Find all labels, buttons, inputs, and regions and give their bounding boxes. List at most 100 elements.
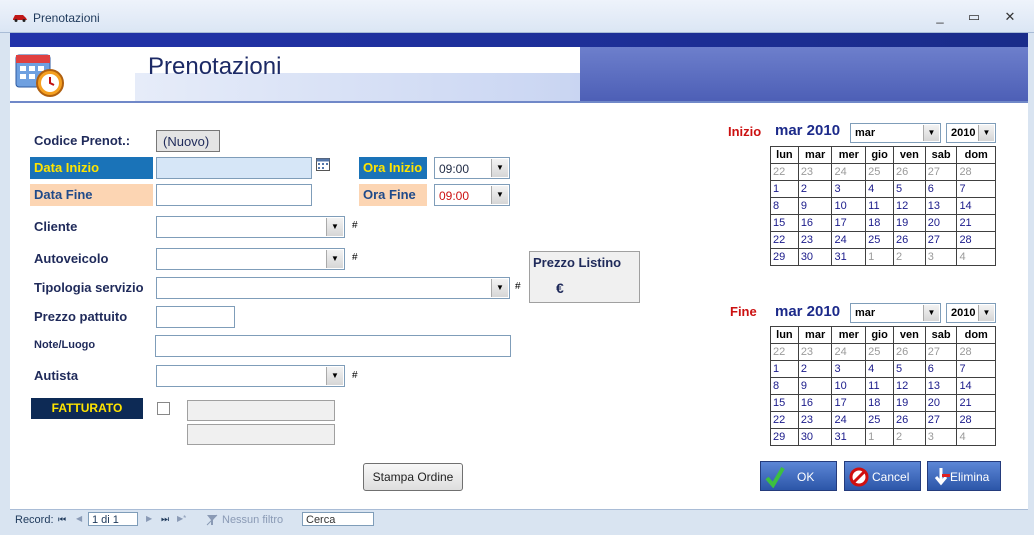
calendar-day-other-month[interactable]: 27: [924, 163, 958, 181]
calendar-day[interactable]: 14: [956, 377, 996, 395]
calendar-day[interactable]: 22: [770, 411, 799, 429]
calendar-day[interactable]: 4: [865, 180, 894, 198]
maximize-button[interactable]: ▭: [960, 8, 988, 26]
calendar-day-other-month[interactable]: 4: [956, 428, 996, 446]
calendar-day[interactable]: 1: [770, 180, 799, 198]
calendar-day[interactable]: 10: [831, 377, 867, 395]
next-record-icon[interactable]: ▶: [146, 514, 152, 523]
calendar-day[interactable]: 25: [865, 411, 894, 429]
ora-inizio-combo[interactable]: 09:00 ▼: [434, 157, 510, 179]
calendar-day-other-month[interactable]: 1: [865, 428, 894, 446]
cliente-combo[interactable]: ▼: [156, 216, 345, 238]
calendar-day[interactable]: 3: [831, 180, 867, 198]
chevron-down-icon[interactable]: ▼: [326, 250, 343, 268]
elimina-button[interactable]: Elimina: [927, 461, 1001, 491]
calendar-day[interactable]: 27: [924, 411, 958, 429]
calendar-day[interactable]: 5: [892, 360, 926, 378]
fatturato-field-1[interactable]: [187, 400, 335, 421]
chevron-down-icon[interactable]: ▼: [923, 125, 939, 141]
calendar-day[interactable]: 23: [797, 231, 833, 249]
calendar-day-other-month[interactable]: 26: [892, 163, 926, 181]
autoveicolo-combo[interactable]: ▼: [156, 248, 345, 270]
calendar-day[interactable]: 28: [956, 411, 996, 429]
note-field[interactable]: [155, 335, 511, 357]
ok-button[interactable]: OK: [760, 461, 837, 491]
calendar-day-other-month[interactable]: 23: [797, 163, 833, 181]
fatturato-field-2[interactable]: [187, 424, 335, 445]
calendar-day[interactable]: 13: [924, 377, 958, 395]
calendar-day[interactable]: 12: [892, 377, 926, 395]
calendar-day-other-month[interactable]: 3: [924, 248, 958, 266]
minimize-button[interactable]: _: [926, 8, 954, 26]
chevron-down-icon[interactable]: ▼: [491, 279, 508, 297]
calendar-day[interactable]: 11: [865, 377, 894, 395]
chevron-down-icon[interactable]: ▼: [491, 159, 508, 177]
calendar-day[interactable]: 6: [924, 360, 958, 378]
calendar-day[interactable]: 25: [865, 231, 894, 249]
calendar-day[interactable]: 20: [924, 214, 958, 232]
first-record-icon[interactable]: ⏮: [58, 514, 66, 525]
cancel-button[interactable]: Cancel: [844, 461, 921, 491]
calendar-day[interactable]: 7: [956, 180, 996, 198]
calendar-day[interactable]: 2: [797, 360, 833, 378]
calendar-day[interactable]: 4: [865, 360, 894, 378]
calendar-day-other-month[interactable]: 24: [831, 163, 867, 181]
calendar-day[interactable]: 30: [797, 428, 833, 446]
calendar-day[interactable]: 9: [797, 197, 833, 215]
calendar-day[interactable]: 24: [831, 231, 867, 249]
calendar-day-other-month[interactable]: 22: [770, 343, 799, 361]
calendar-day[interactable]: 13: [924, 197, 958, 215]
fine-month-select[interactable]: mar ▼: [850, 303, 941, 323]
calendar-day[interactable]: 5: [892, 180, 926, 198]
calendar-day[interactable]: 27: [924, 231, 958, 249]
calendar-day-other-month[interactable]: 1: [865, 248, 894, 266]
calendar-day[interactable]: 23: [797, 411, 833, 429]
calendar-day[interactable]: 17: [831, 394, 867, 412]
chevron-down-icon[interactable]: ▼: [491, 186, 508, 204]
calendar-day-other-month[interactable]: 4: [956, 248, 996, 266]
close-button[interactable]: ✕: [996, 8, 1024, 26]
calendar-day[interactable]: 11: [865, 197, 894, 215]
calendar-day[interactable]: 10: [831, 197, 867, 215]
calendar-day-other-month[interactable]: 24: [831, 343, 867, 361]
calendar-day[interactable]: 24: [831, 411, 867, 429]
calendar-day[interactable]: 26: [892, 231, 926, 249]
calendar-day-other-month[interactable]: 26: [892, 343, 926, 361]
calendar-day[interactable]: 14: [956, 197, 996, 215]
last-record-icon[interactable]: ⏭: [161, 514, 169, 525]
calendar-day[interactable]: 21: [956, 214, 996, 232]
fine-year-select[interactable]: 2010 ▼: [946, 303, 996, 323]
calendar-day-other-month[interactable]: 27: [924, 343, 958, 361]
calendar-day-other-month[interactable]: 2: [892, 428, 926, 446]
inizio-year-select[interactable]: 2010 ▼: [946, 123, 996, 143]
calendar-day[interactable]: 19: [892, 214, 926, 232]
calendar-day[interactable]: 6: [924, 180, 958, 198]
calendar-day[interactable]: 29: [770, 248, 799, 266]
calendar-day-other-month[interactable]: 23: [797, 343, 833, 361]
tipologia-combo[interactable]: ▼: [156, 277, 510, 299]
calendar-day-other-month[interactable]: 25: [865, 343, 894, 361]
chevron-down-icon[interactable]: ▼: [326, 218, 343, 236]
calendar-picker-icon[interactable]: [316, 157, 330, 171]
calendar-day[interactable]: 1: [770, 360, 799, 378]
filter-status[interactable]: Nessun filtro: [222, 514, 283, 526]
calendar-day[interactable]: 22: [770, 231, 799, 249]
chevron-down-icon[interactable]: ▼: [978, 125, 994, 141]
calendar-day[interactable]: 2: [797, 180, 833, 198]
calendar-day[interactable]: 21: [956, 394, 996, 412]
calendar-day-other-month[interactable]: 28: [956, 163, 996, 181]
calendar-day[interactable]: 19: [892, 394, 926, 412]
search-field[interactable]: Cerca: [302, 512, 374, 526]
fatturato-checkbox[interactable]: [157, 402, 170, 415]
calendar-day-other-month[interactable]: 28: [956, 343, 996, 361]
calendar-day[interactable]: 18: [865, 214, 894, 232]
calendar-day[interactable]: 31: [831, 428, 867, 446]
calendar-day-other-month[interactable]: 22: [770, 163, 799, 181]
calendar-day[interactable]: 28: [956, 231, 996, 249]
calendar-day[interactable]: 8: [770, 197, 799, 215]
new-record-icon[interactable]: ▶*: [177, 514, 186, 523]
calendar-day[interactable]: 15: [770, 214, 799, 232]
calendar-day[interactable]: 31: [831, 248, 867, 266]
calendar-day-other-month[interactable]: 2: [892, 248, 926, 266]
data-inizio-field[interactable]: [156, 157, 312, 179]
